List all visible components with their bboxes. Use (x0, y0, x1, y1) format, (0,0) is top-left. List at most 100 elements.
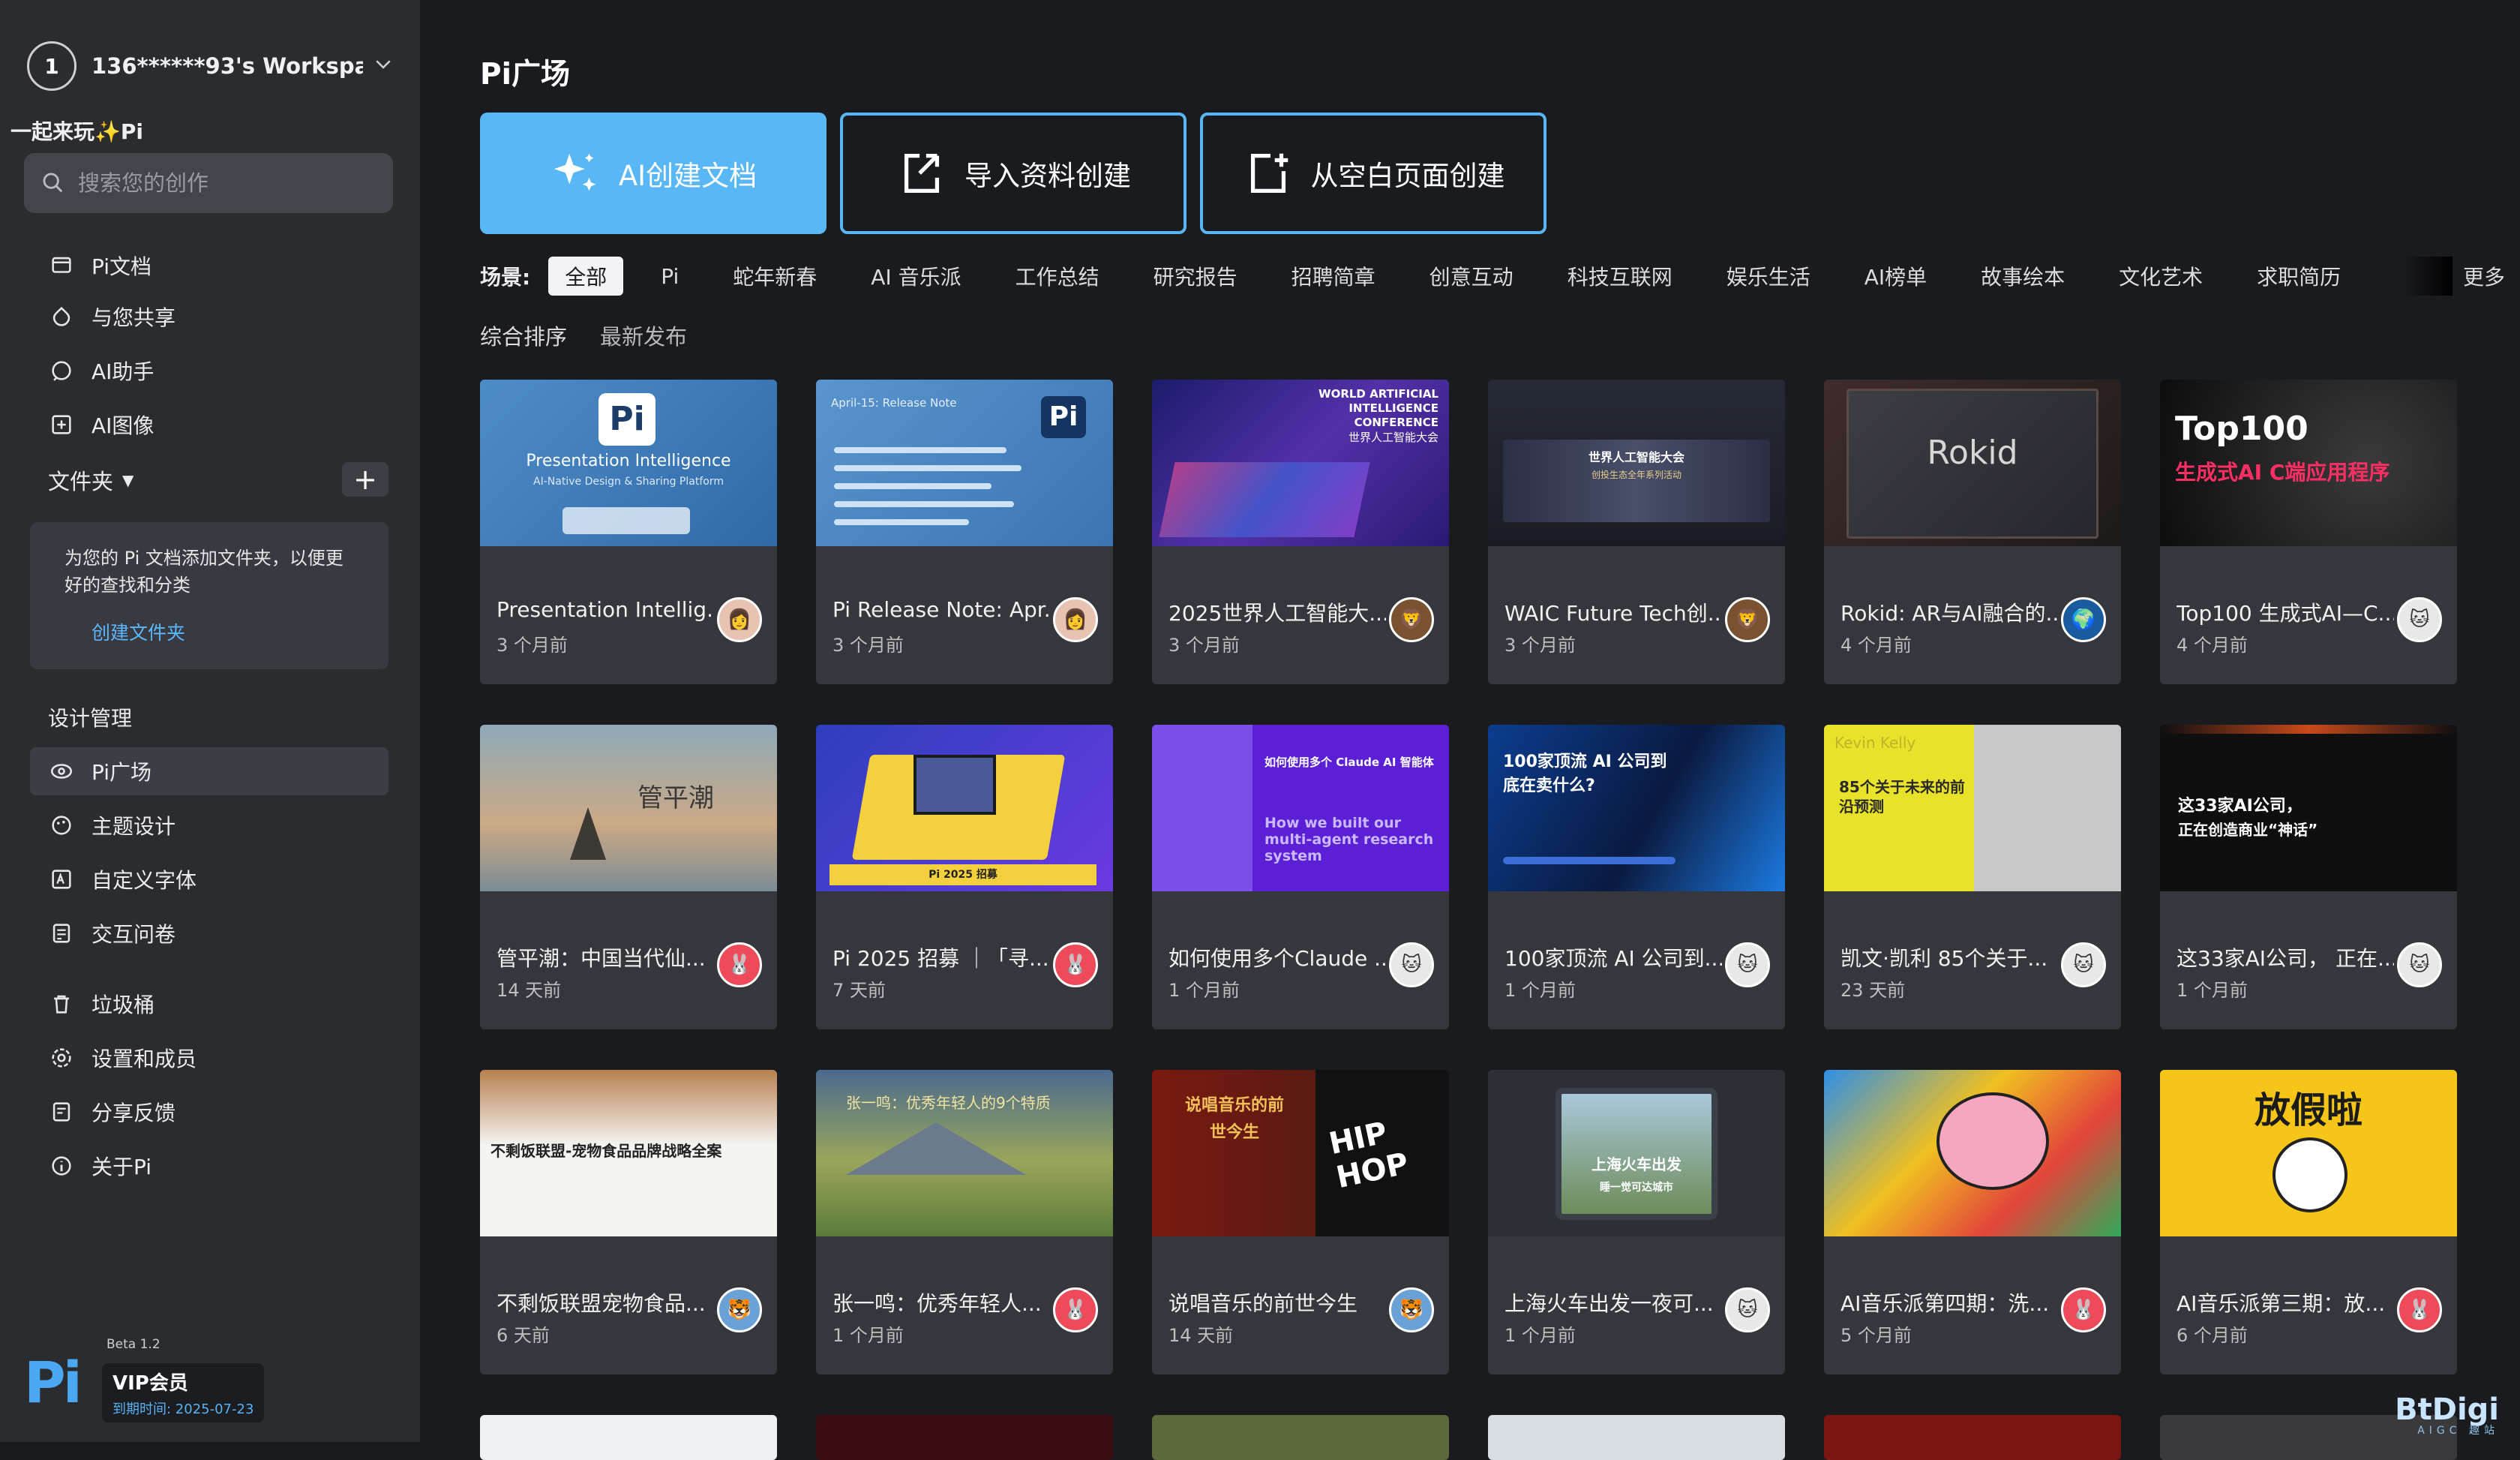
template-card[interactable]: 张一鸣：优秀年轻人的9个特质 张一鸣：优秀年轻人... 1 个月前 🐰 (816, 1070, 1113, 1374)
author-avatar[interactable]: 🦁 (1725, 597, 1770, 642)
sort-comprehensive[interactable]: 综合排序 (480, 320, 567, 351)
thumb-title: 张一鸣：优秀年轻人的9个特质 (846, 1094, 1051, 1112)
import-create-button[interactable]: 导入资料创建 (840, 113, 1186, 234)
blank-create-button[interactable]: 从空白页面创建 (1200, 113, 1546, 234)
author-avatar[interactable]: 🐰 (1053, 1287, 1098, 1332)
template-card[interactable]: 世界人工智能大会 创投生态全年系列活动 WAIC Future Tech创...… (1488, 380, 1785, 684)
card-title: 管平潮：中国当代仙... (496, 946, 706, 971)
page-title: Pi广场 (480, 58, 570, 92)
filter-chip[interactable]: 蛇年新春 (716, 257, 833, 296)
template-card[interactable]: 不剩饭联盟-宠物食品品牌战略全案 不剩饭联盟宠物食品... 6 天前 🐯 (480, 1070, 777, 1374)
author-avatar[interactable]: 🌍 (2061, 597, 2106, 642)
template-card[interactable] (480, 1415, 777, 1460)
template-card[interactable]: AI音乐派第四期：洗... 5 个月前 🐰 (1824, 1070, 2121, 1374)
author-avatar[interactable]: 👩 (717, 597, 762, 642)
sidebar-item-questionnaire[interactable]: 交互问卷 (30, 909, 388, 957)
template-card[interactable]: Kevin Kelly 85个关于未来的前沿预测 凯文·凯利 85个关于... … (1824, 725, 2121, 1029)
filter-chip[interactable]: 科技互联网 (1551, 257, 1689, 296)
feedback-icon (48, 1098, 75, 1125)
card-title: AI音乐派第三期：放... (2176, 1291, 2386, 1316)
filter-chip[interactable]: 工作总结 (999, 257, 1116, 296)
template-card[interactable] (816, 1415, 1113, 1460)
template-card[interactable] (1488, 1415, 1785, 1460)
sidebar-item-shared[interactable]: 与您共享 (30, 293, 388, 341)
thumb-subtitle: 正在创造商业“神话” (2178, 821, 2318, 839)
filter-chip[interactable]: 招聘简章 (1275, 257, 1392, 296)
card-title: 张一鸣：优秀年轻人... (832, 1291, 1042, 1316)
template-card[interactable]: 100家顶流 AI 公司到底在卖什么? 100家顶流 AI 公司到... 1 个… (1488, 725, 1785, 1029)
template-card[interactable]: 上海火车出发 睡一觉可达城市 上海火车出发一夜可... 1 个月前 🐱 (1488, 1070, 1785, 1374)
thumb-title: April-15: Release Note (831, 396, 957, 410)
search-box[interactable] (24, 153, 393, 213)
author-avatar[interactable]: 🐱 (2397, 942, 2442, 987)
folder-label: 文件夹 (48, 469, 114, 494)
thumb-line (834, 519, 969, 525)
search-input[interactable] (76, 170, 376, 197)
sidebar-item-plaza[interactable]: Pi广场 (30, 747, 388, 795)
template-card[interactable] (1152, 1415, 1449, 1460)
sidebar-item-custom-font[interactable]: 自定义字体 (30, 855, 388, 903)
template-card[interactable]: 管平潮 管平潮：中国当代仙... 14 天前 🐰 (480, 725, 777, 1029)
template-card[interactable]: 放假啦 AI音乐派第三期：放... 6 个月前 🐰 (2160, 1070, 2457, 1374)
template-card[interactable]: April-15: Release Note Pi Pi Release Not… (816, 380, 1113, 684)
sidebar-item-theme-design[interactable]: 主题设计 (30, 801, 388, 849)
author-avatar[interactable]: 👩 (1053, 597, 1098, 642)
sidebar-item-trash[interactable]: 垃圾桶 (30, 980, 388, 1028)
template-card[interactable]: WORLD ARTIFICIAL INTELLIGENCE CONFERENCE… (1152, 380, 1449, 684)
sparkle-icon (554, 153, 596, 191)
author-avatar[interactable]: 🐯 (717, 1287, 762, 1332)
filter-chip[interactable]: AI 音乐派 (854, 257, 977, 296)
author-avatar[interactable]: 🐰 (717, 942, 762, 987)
sidebar-item-about[interactable]: 关于Pi (30, 1142, 388, 1190)
author-avatar[interactable]: 🐱 (2397, 597, 2442, 642)
card-title: 这33家AI公司， 正在... (2176, 946, 2394, 971)
folder-section-header[interactable]: 文件夹 ▼ + (48, 461, 388, 500)
template-card[interactable]: Rokid Rokid: AR与AI融合的... 4 个月前 🌍 (1824, 380, 2121, 684)
sort-latest[interactable]: 最新发布 (600, 320, 687, 351)
template-card[interactable] (1824, 1415, 2121, 1460)
author-avatar[interactable]: 🐰 (1053, 942, 1098, 987)
template-card[interactable]: 如何使用多个 Claude AI 智能体 How we built our mu… (1152, 725, 1449, 1029)
filter-chip[interactable]: 创意互动 (1413, 257, 1530, 296)
template-card[interactable]: 说唱音乐的前世今生 HIP HOP 说唱音乐的前世今生 14 天前 🐯 (1152, 1070, 1449, 1374)
author-avatar[interactable]: 🦁 (1389, 597, 1434, 642)
author-avatar[interactable]: 🐱 (2061, 942, 2106, 987)
filter-chip[interactable]: 研究报告 (1137, 257, 1254, 296)
author-avatar[interactable]: 🐰 (2397, 1287, 2442, 1332)
filter-chip[interactable]: 故事绘本 (1964, 257, 2081, 296)
more-filters-button[interactable]: 更多 (2463, 261, 2505, 291)
ai-create-label: AI创建文档 (618, 160, 758, 192)
filter-chip[interactable]: AI榜单 (1848, 257, 1943, 296)
template-card[interactable]: Top100 生成式AI C端应用程序 Top100 生成式AI—C... 4 … (2160, 380, 2457, 684)
template-card[interactable]: Pi Presentation Intelligence AI-Native D… (480, 380, 777, 684)
sort-bar: 综合排序 最新发布 (480, 320, 720, 351)
template-card[interactable]: 这33家AI公司， 正在创造商业“神话” 这33家AI公司， 正在... 1 个… (2160, 725, 2457, 1029)
card-time: 1 个月前 (832, 1325, 904, 1346)
filter-chip[interactable]: 全部 (548, 257, 624, 296)
filter-chip[interactable]: 文化艺术 (2102, 257, 2219, 296)
vip-badge[interactable]: VIP会员 到期时间: 2025-07-23 (102, 1362, 265, 1422)
filter-chip[interactable]: 娱乐生活 (1710, 257, 1827, 296)
workspace-switcher[interactable]: 1 136******93's Workspa... (27, 41, 394, 92)
pig-illustration (1936, 1092, 2049, 1190)
filter-chip[interactable]: 求职简历 (2240, 257, 2357, 296)
author-avatar[interactable]: 🐯 (1389, 1287, 1434, 1332)
author-avatar[interactable]: 🐱 (1725, 942, 1770, 987)
author-avatar[interactable]: 🐱 (1725, 1287, 1770, 1332)
author-avatar[interactable]: 🐱 (1389, 942, 1434, 987)
greeting: 一起来玩✨Pi (10, 119, 143, 144)
ai-create-button[interactable]: AI创建文档 (480, 113, 826, 234)
add-folder-button[interactable]: + (342, 462, 388, 497)
template-card[interactable]: Pi 2025 招募 Pi 2025 招募 ｜「寻... 7 天前 🐰 (816, 725, 1113, 1029)
author-avatar[interactable]: 🐰 (2061, 1287, 2106, 1332)
sidebar-item-settings[interactable]: 设置和成员 (30, 1034, 388, 1082)
font-icon (48, 866, 75, 893)
sidebar-item-pi-docs[interactable]: Pi文档 (30, 242, 388, 290)
sidebar-item-ai-image[interactable]: AI图像 (30, 401, 388, 449)
create-folder-link[interactable]: 创建文件夹 (92, 618, 354, 645)
filter-chip[interactable]: Pi (644, 260, 695, 293)
mountain (846, 1122, 1026, 1175)
sidebar-item-feedback[interactable]: 分享反馈 (30, 1088, 388, 1136)
sidebar: 1 136******93's Workspa... 一起来玩✨Pi Pi文档 … (0, 0, 420, 1442)
sidebar-item-ai-assistant[interactable]: AI助手 (30, 347, 388, 395)
